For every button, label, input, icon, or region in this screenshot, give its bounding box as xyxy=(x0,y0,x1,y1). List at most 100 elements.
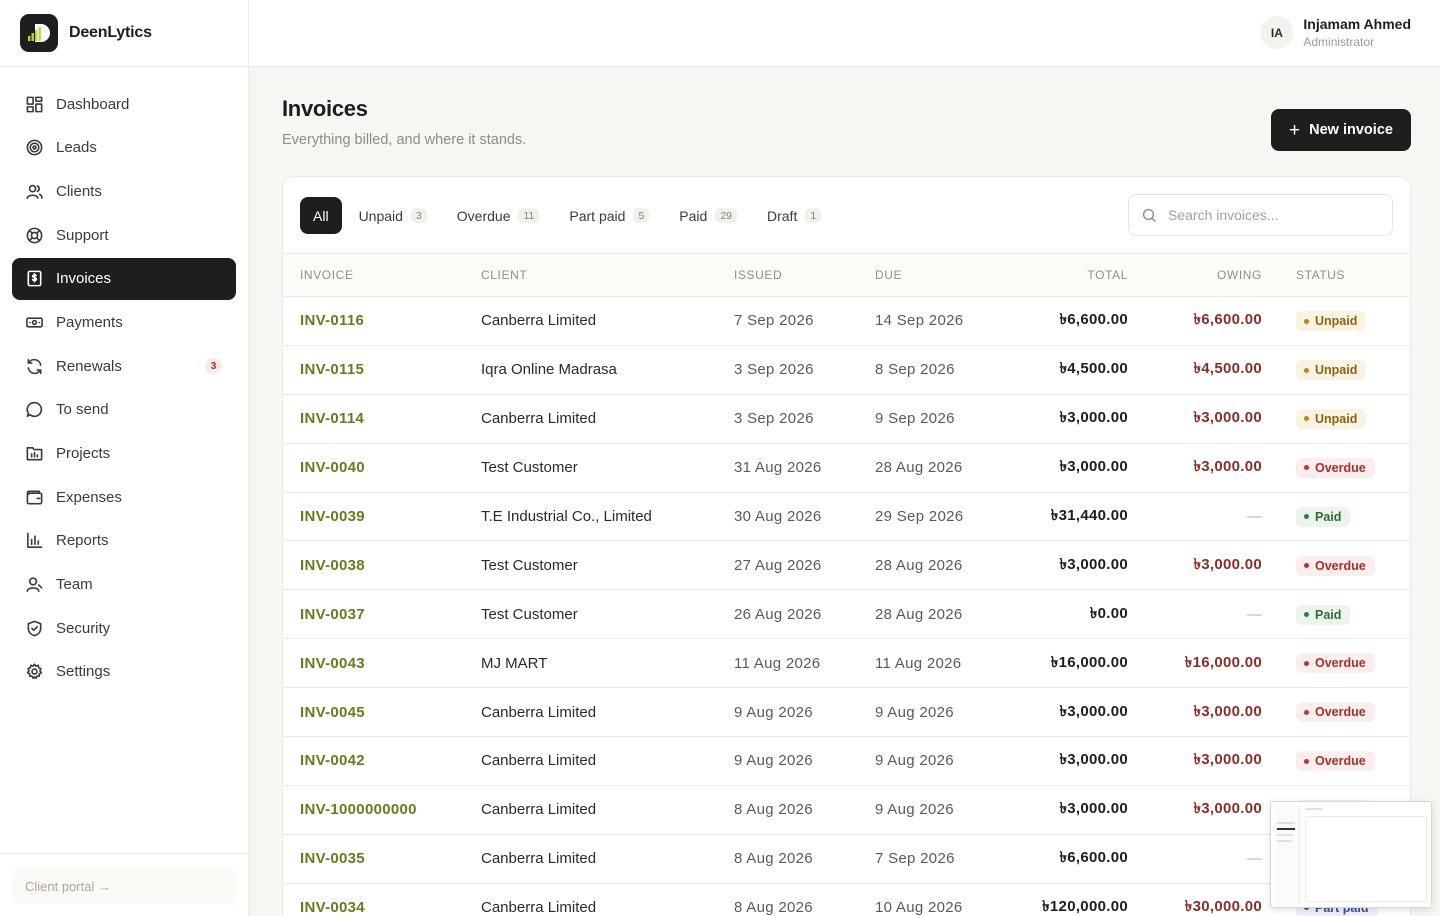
new-invoice-button[interactable]: + New invoice xyxy=(1271,109,1411,151)
table-row[interactable]: INV-0040 Test Customer 31 Aug 2026 28 Aug 2… xyxy=(283,443,1410,493)
invoice-number-link[interactable]: INV-0038 xyxy=(283,540,481,591)
filter-count: 5 xyxy=(633,208,650,223)
filter-tab-paid[interactable]: Paid 29 xyxy=(666,197,750,234)
search-box[interactable] xyxy=(1128,194,1393,236)
sidebar-item-to-send[interactable]: To send xyxy=(12,389,236,431)
gear-icon xyxy=(24,662,44,682)
invoice-number-link[interactable]: INV-0034 xyxy=(283,883,481,916)
table-row[interactable]: INV-0037 Test Customer 26 Aug 2026 28 Aug 2… xyxy=(283,589,1410,640)
sidebar-item-projects[interactable]: Projects xyxy=(12,433,236,475)
shield-icon xyxy=(24,618,44,638)
table-row[interactable]: INV-0043 MJ MART 11 Aug 2026 11 Aug 2026 ৳16… xyxy=(283,638,1410,689)
table-row[interactable]: INV-0115 Iqra Online Madrasa 3 Sep 2026 8 S… xyxy=(283,345,1410,395)
client-name-cell: Canberra Limited xyxy=(481,296,734,346)
sidebar-item-renewals[interactable]: Renewals 3 xyxy=(12,345,236,387)
filter-tab-unpaid[interactable]: Unpaid 3 xyxy=(346,197,440,234)
column-header-issued[interactable]: ISSUED xyxy=(734,253,875,297)
table-row[interactable]: INV-0038 Test Customer 27 Aug 2026 28 Aug 2… xyxy=(283,540,1410,591)
user-role: Administrator xyxy=(1303,35,1375,49)
invoice-number-link[interactable]: INV-0043 xyxy=(283,638,481,689)
invoice-number-link[interactable]: INV-0045 xyxy=(283,687,481,738)
user-menu[interactable]: IA Injamam Ahmed Administrator xyxy=(1260,16,1411,49)
sidebar-item-invoices[interactable]: Invoices xyxy=(12,257,236,300)
page-preview-thumbnail[interactable] xyxy=(1270,801,1432,908)
renewals-badge: 3 xyxy=(205,358,222,375)
column-header-due[interactable]: DUE xyxy=(875,253,1015,297)
invoice-number-link[interactable]: INV-0040 xyxy=(283,443,481,493)
sidebar-item-dashboard[interactable]: Dashboard xyxy=(12,83,236,125)
avatar[interactable]: IA xyxy=(1260,16,1294,49)
search-input[interactable] xyxy=(1168,207,1388,223)
sidebar-item-leads[interactable]: Leads xyxy=(12,127,236,169)
owing-amount-cell: ৳6,600.00 xyxy=(1128,296,1262,346)
sidebar-item-clients[interactable]: Clients xyxy=(12,170,236,212)
status-dot-icon xyxy=(1304,612,1309,618)
filter-count: 11 xyxy=(518,208,540,223)
due-date-cell: 28 Aug 2026 xyxy=(875,540,1015,591)
sidebar-item-expenses[interactable]: Expenses xyxy=(12,476,236,518)
table-row[interactable]: INV-0034 Canberra Limited 8 Aug 2026 10 Aug… xyxy=(283,883,1410,916)
owing-amount-cell: ৳3,000.00 xyxy=(1128,443,1262,493)
total-amount-cell: ৳3,000.00 xyxy=(1015,687,1128,738)
table-row[interactable]: INV-0039 T.E Industrial Co., Limited 30 Au… xyxy=(283,492,1410,542)
owing-amount-cell: ৳3,000.00 xyxy=(1128,736,1262,786)
invoice-number-link[interactable]: INV-0039 xyxy=(283,492,481,542)
client-name-cell: Canberra Limited xyxy=(481,687,734,738)
client-name-cell: MJ MART xyxy=(481,638,734,689)
sidebar-item-label: To send xyxy=(56,401,109,419)
issued-date-cell: 31 Aug 2026 xyxy=(734,443,875,493)
sidebar-item-reports[interactable]: Reports xyxy=(12,520,236,562)
issued-date-cell: 8 Aug 2026 xyxy=(734,785,875,835)
client-name-cell: Canberra Limited xyxy=(481,394,734,444)
filter-tab-part-paid[interactable]: Part paid 5 xyxy=(556,197,662,234)
due-date-cell: 28 Aug 2026 xyxy=(875,589,1015,640)
lifebuoy-icon xyxy=(24,225,44,245)
column-header-client[interactable]: CLIENT xyxy=(481,253,734,297)
column-header-owing[interactable]: OWING xyxy=(1128,253,1262,297)
invoice-number-link[interactable]: INV-0037 xyxy=(283,589,481,640)
sidebar-item-support[interactable]: Support xyxy=(12,214,236,256)
table-row[interactable]: INV-0035 Canberra Limited 8 Aug 2026 7 Sep … xyxy=(283,834,1410,884)
invoice-number-link[interactable]: INV-0116 xyxy=(283,296,481,346)
invoice-number-link[interactable]: INV-0042 xyxy=(283,736,481,786)
sidebar-item-payments[interactable]: Payments xyxy=(12,301,236,343)
due-date-cell: 9 Aug 2026 xyxy=(875,687,1015,738)
column-header-status[interactable]: STATUS xyxy=(1262,253,1410,297)
invoice-number-link[interactable]: INV-1000000000 xyxy=(283,785,481,835)
total-amount-cell: ৳3,000.00 xyxy=(1015,443,1128,493)
table-row[interactable]: INV-0042 Canberra Limited 9 Aug 2026 9 Aug … xyxy=(283,736,1410,786)
total-amount-cell: ৳31,440.00 xyxy=(1015,492,1128,542)
table-row[interactable]: INV-1000000000 Canberra Limited 8 Aug 2026… xyxy=(283,785,1410,835)
status-badge: Overdue xyxy=(1296,457,1375,478)
filter-tab-all[interactable]: All xyxy=(300,197,342,234)
filter-count: 29 xyxy=(715,208,737,223)
status-badge: Unpaid xyxy=(1296,311,1367,332)
column-header-invoice[interactable]: INVOICE xyxy=(283,253,481,297)
total-amount-cell: ৳3,000.00 xyxy=(1015,540,1128,591)
table-row[interactable]: INV-0045 Canberra Limited 9 Aug 2026 9 Aug … xyxy=(283,687,1410,738)
client-portal-link[interactable]: Client portal → xyxy=(12,868,236,904)
sidebar-item-team[interactable]: Team xyxy=(12,564,236,606)
issued-date-cell: 9 Aug 2026 xyxy=(734,687,875,738)
owing-amount-cell: — xyxy=(1128,492,1262,542)
table-row[interactable]: INV-0116 Canberra Limited 7 Sep 2026 14 Sep… xyxy=(283,296,1410,346)
brand-logo-icon[interactable] xyxy=(20,14,58,52)
preview-line xyxy=(1277,828,1295,830)
invoice-number-link[interactable]: INV-0035 xyxy=(283,834,481,884)
total-amount-cell: ৳6,600.00 xyxy=(1015,834,1128,884)
table-row[interactable]: INV-0114 Canberra Limited 3 Sep 2026 9 Sep … xyxy=(283,394,1410,444)
status-dot-icon xyxy=(1304,514,1309,520)
status-cell: Unpaid xyxy=(1262,296,1410,346)
invoice-number-link[interactable]: INV-0115 xyxy=(283,345,481,395)
status-dot-icon xyxy=(1304,416,1309,422)
due-date-cell: 10 Aug 2026 xyxy=(875,883,1015,916)
column-header-total[interactable]: TOTAL xyxy=(1015,253,1128,297)
filter-tab-overdue[interactable]: Overdue 11 xyxy=(444,197,553,234)
sidebar-item-security[interactable]: Security xyxy=(12,607,236,649)
total-amount-cell: ৳0.00 xyxy=(1015,589,1128,640)
sidebar-item-settings[interactable]: Settings xyxy=(12,651,236,693)
filter-tab-draft[interactable]: Draft 1 xyxy=(754,197,834,234)
invoice-number-link[interactable]: INV-0114 xyxy=(283,394,481,444)
invoices-table: INVOICE CLIENT ISSUED DUE TOTAL OWING ST… xyxy=(283,253,1410,916)
banknote-icon xyxy=(24,312,44,332)
